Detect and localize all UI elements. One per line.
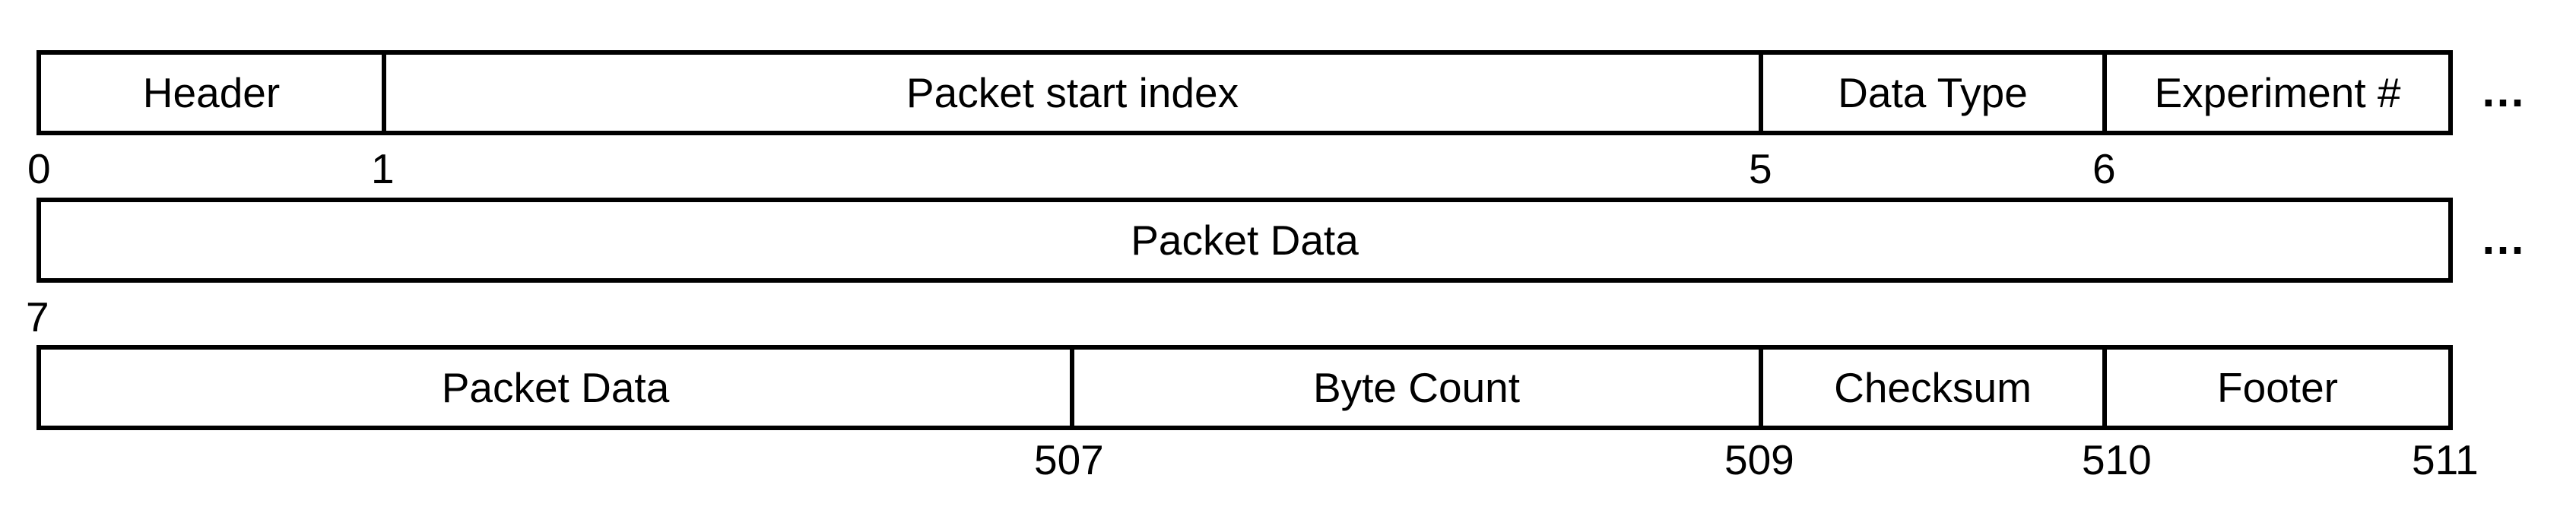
row-2-continuation: … — [2480, 213, 2529, 264]
packet-row-3: Packet Data Byte Count Checksum Footer — [36, 345, 2453, 430]
row-1-continuation: … — [2480, 65, 2529, 116]
byte-index-6: 6 — [2092, 145, 2116, 192]
field-packet-data-end: Packet Data — [41, 350, 1074, 426]
field-experiment-number: Experiment # — [2154, 69, 2401, 116]
byte-index-509: 509 — [1724, 436, 1794, 483]
byte-index-511: 511 — [2412, 436, 2479, 483]
field-packet-data: Packet Data — [1131, 217, 1359, 264]
byte-index-7: 7 — [26, 293, 49, 340]
byte-index-510: 510 — [2082, 436, 2152, 483]
byte-index-5: 5 — [1749, 145, 1772, 192]
field-data-type: Data Type — [1763, 55, 2107, 131]
field-packet-start-index: Packet start index — [386, 55, 1763, 131]
byte-index-1: 1 — [371, 145, 395, 192]
packet-row-2: Packet Data — [36, 198, 2453, 283]
packet-row-1: Header Packet start index Data Type Expe… — [36, 50, 2453, 135]
field-header: Header — [41, 55, 386, 131]
field-byte-count: Byte Count — [1074, 350, 1763, 426]
byte-index-0: 0 — [27, 145, 51, 192]
field-checksum: Checksum — [1763, 350, 2107, 426]
byte-index-507: 507 — [1034, 436, 1104, 483]
field-footer: Footer — [2217, 364, 2338, 411]
